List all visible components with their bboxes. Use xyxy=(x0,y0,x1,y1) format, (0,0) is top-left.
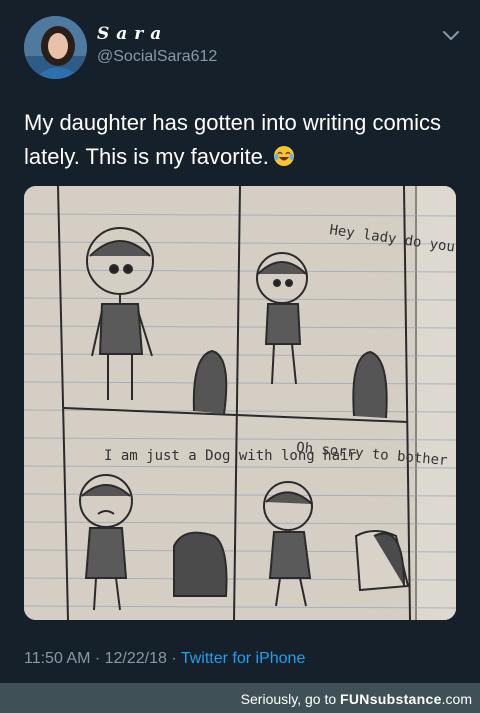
display-name[interactable]: Sara xyxy=(97,24,168,44)
tweet-body: My daughter has gotten into writing comi… xyxy=(24,110,441,169)
avatar[interactable] xyxy=(24,16,87,79)
user-handle[interactable]: @SocialSara612 xyxy=(97,48,217,66)
chevron-down-icon[interactable] xyxy=(440,26,462,46)
tweet-text: My daughter has gotten into writing comi… xyxy=(24,106,464,174)
laughing-tears-emoji-icon xyxy=(273,143,295,166)
timestamp: 11:50 AM · 12/22/18 · xyxy=(24,650,181,667)
watermark-bar: Seriously, go to FUNsubstance.com xyxy=(0,683,480,713)
watermark-suffix: .com xyxy=(441,691,472,707)
watermark-text: Seriously, go to FUNsubstance.com xyxy=(241,691,472,707)
tweet-meta: 11:50 AM · 12/22/18 · Twitter for iPhone xyxy=(24,650,305,668)
source-link[interactable]: Twitter for iPhone xyxy=(181,650,306,667)
comic-image[interactable]: Hey lady do you want to go on a date? I … xyxy=(24,186,456,620)
watermark-brand: FUNsubstance xyxy=(340,691,442,707)
watermark-prefix: Seriously, go to xyxy=(240,691,341,707)
